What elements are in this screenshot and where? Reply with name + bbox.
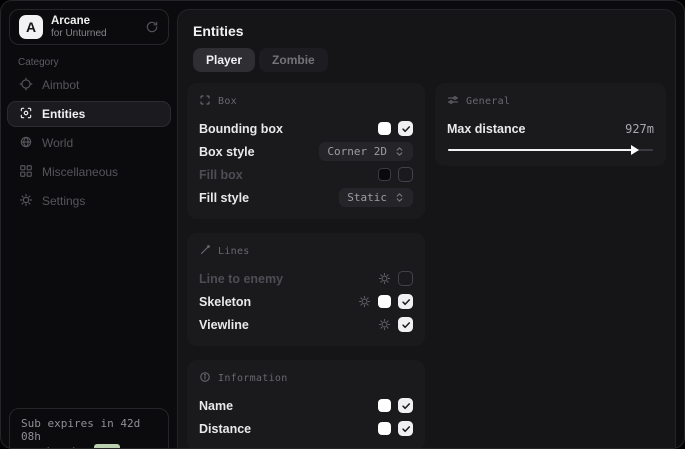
sidebar-item-label: Entities <box>42 107 85 121</box>
globe-icon <box>19 135 33 152</box>
check-icon <box>401 424 411 434</box>
row-box-style: Box style Corner 2D <box>199 141 413 162</box>
diagonal-line-icon <box>199 244 211 259</box>
max-distance-value: 927m <box>625 122 654 136</box>
category-label: Category <box>18 57 59 68</box>
name-checkbox[interactable] <box>398 398 413 413</box>
slider-fill <box>448 149 633 151</box>
section-header: Lines <box>218 246 250 257</box>
row-name: Name <box>199 395 413 416</box>
row-bounding-box: Bounding box <box>199 118 413 139</box>
section-header: Box <box>218 96 237 107</box>
row-fill-box: Fill box <box>199 164 413 185</box>
tab-bar: Player Zombie <box>193 48 675 72</box>
tab-player[interactable]: Player <box>193 48 255 72</box>
line-to-enemy-checkbox[interactable] <box>398 271 413 286</box>
unfold-icon <box>394 192 405 203</box>
check-icon <box>401 297 411 307</box>
app-logo: A <box>19 15 43 39</box>
scan-icon <box>19 106 33 123</box>
main-panel: Entities Player Zombie Box <box>177 9 676 448</box>
row-line-to-enemy: Line to enemy <box>199 268 413 289</box>
distance-checkbox[interactable] <box>398 421 413 436</box>
gear-icon <box>19 193 33 210</box>
logo-card: A Arcane for Unturned <box>9 9 169 45</box>
subscription-card: Sub expires in 42d 08h Session duration … <box>9 408 169 449</box>
box-card: Box Bounding box <box>187 83 425 219</box>
bounding-box-checkbox[interactable] <box>398 121 413 136</box>
sidebar-item-label: Settings <box>42 194 85 208</box>
crosshair-icon <box>19 77 33 94</box>
corner-brackets-icon <box>199 94 211 109</box>
row-skeleton: Skeleton <box>199 291 413 312</box>
gear-icon[interactable] <box>358 295 371 308</box>
info-icon <box>199 371 211 386</box>
dropdown-value: Static <box>347 191 387 204</box>
sidebar-item-miscellaneous[interactable]: Miscellaneous <box>7 159 171 185</box>
color-swatch[interactable] <box>378 422 391 435</box>
unfold-icon <box>394 146 405 157</box>
app-window: A Arcane for Unturned Category Aimbot <box>0 0 685 449</box>
background-artifact <box>94 444 120 448</box>
box-style-dropdown[interactable]: Corner 2D <box>319 142 413 161</box>
sidebar-item-aimbot[interactable]: Aimbot <box>7 72 171 98</box>
sidebar-nav: Aimbot Entities World <box>7 72 171 214</box>
sidebar-item-settings[interactable]: Settings <box>7 188 171 214</box>
sub-expiry-text: Sub expires in 42d 08h <box>21 417 157 443</box>
sliders-icon <box>447 94 459 109</box>
app-title: Arcane <box>51 15 137 28</box>
row-distance: Distance <box>199 418 413 439</box>
skeleton-checkbox[interactable] <box>398 294 413 309</box>
color-swatch[interactable] <box>378 168 391 181</box>
sidebar-item-label: Miscellaneous <box>42 165 118 179</box>
slider-thumb[interactable] <box>631 145 639 155</box>
fill-box-checkbox[interactable] <box>398 167 413 182</box>
grid-icon <box>19 164 33 181</box>
sidebar-item-label: World <box>42 136 73 150</box>
sidebar-item-label: Aimbot <box>42 78 79 92</box>
viewline-checkbox[interactable] <box>398 317 413 332</box>
refresh-icon[interactable] <box>145 20 159 34</box>
sidebar-item-entities[interactable]: Entities <box>7 101 171 127</box>
color-swatch[interactable] <box>378 295 391 308</box>
page-title: Entities <box>193 23 675 39</box>
tab-zombie[interactable]: Zombie <box>259 48 328 72</box>
general-card: General Max distance 927m <box>435 83 666 166</box>
sidebar-item-world[interactable]: World <box>7 130 171 156</box>
row-viewline: Viewline <box>199 314 413 335</box>
dropdown-value: Corner 2D <box>327 145 387 158</box>
max-distance-slider[interactable] <box>448 149 653 151</box>
section-header: Information <box>218 373 288 384</box>
content: Box Bounding box <box>187 83 666 449</box>
check-icon <box>401 401 411 411</box>
section-header: General <box>466 96 510 107</box>
check-icon <box>401 124 411 134</box>
check-icon <box>401 320 411 330</box>
color-swatch[interactable] <box>378 122 391 135</box>
gear-icon[interactable] <box>378 272 391 285</box>
sidebar: A Arcane for Unturned Category Aimbot <box>1 1 177 448</box>
gear-icon[interactable] <box>378 318 391 331</box>
row-max-distance: Max distance 927m <box>447 118 654 139</box>
app-subtitle: for Unturned <box>51 28 137 40</box>
information-card: Information Name <box>187 360 425 449</box>
row-fill-style: Fill style Static <box>199 187 413 208</box>
color-swatch[interactable] <box>378 399 391 412</box>
fill-style-dropdown[interactable]: Static <box>339 188 413 207</box>
lines-card: Lines Line to enemy <box>187 233 425 346</box>
